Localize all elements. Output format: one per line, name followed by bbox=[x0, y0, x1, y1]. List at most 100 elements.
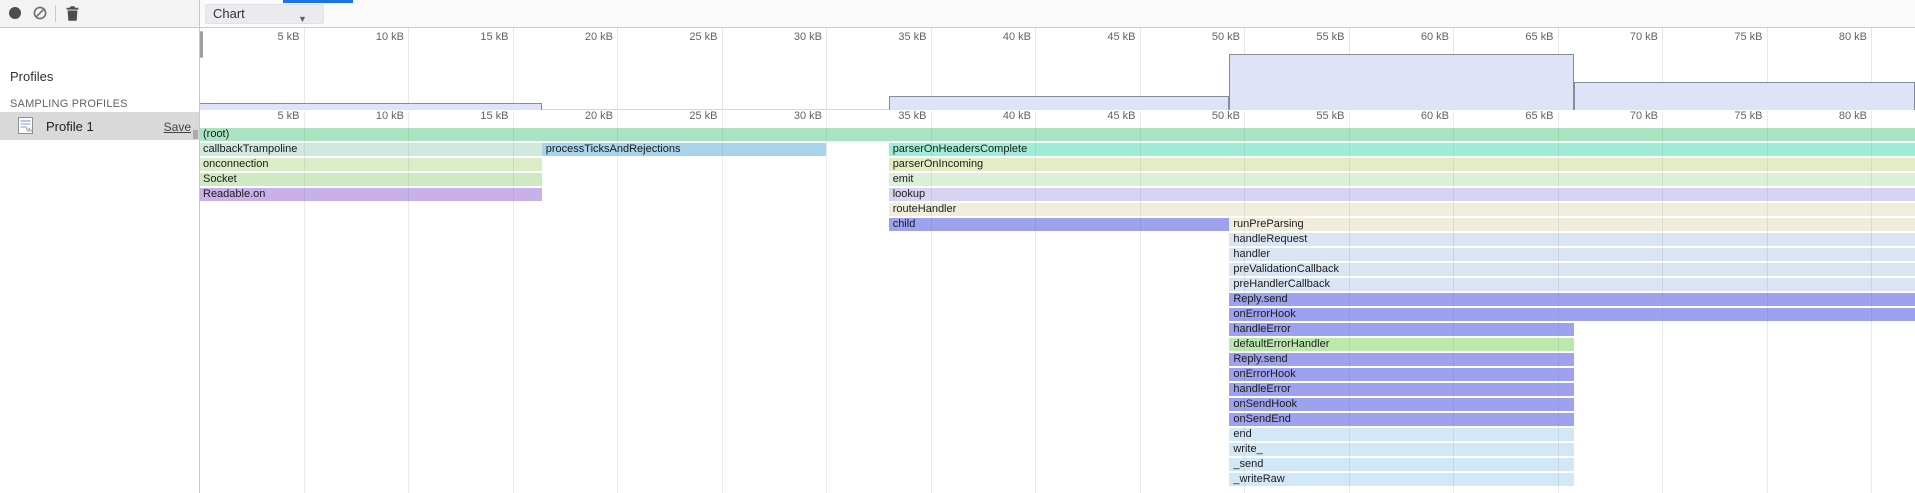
flame-gridline bbox=[617, 111, 618, 493]
clear-icon[interactable] bbox=[33, 6, 47, 20]
flame-bar-handler[interactable]: handler bbox=[1229, 248, 1915, 261]
flame-gridline bbox=[1349, 111, 1350, 493]
overview-gridline bbox=[513, 28, 514, 109]
flame-bar-send[interactable]: _send bbox=[1229, 458, 1574, 471]
axis-tick-label: 65 kB bbox=[1468, 31, 1554, 43]
flame-bar-defaulterrorhandler[interactable]: defaultErrorHandler bbox=[1229, 338, 1574, 351]
overview-area-segment bbox=[1574, 82, 1915, 110]
overview-gridline bbox=[617, 28, 618, 109]
axis-tick-label: 10 kB bbox=[318, 31, 404, 43]
axis-tick-label: 55 kB bbox=[1259, 110, 1345, 122]
chevron-down-icon: ▼ bbox=[298, 10, 307, 28]
flame-bar-lookup[interactable]: lookup bbox=[889, 188, 1915, 201]
axis-tick-label: 5 kB bbox=[214, 110, 300, 122]
axis-tick-label: 30 kB bbox=[736, 31, 822, 43]
axis-tick-label: 40 kB bbox=[945, 110, 1031, 122]
axis-tick-label: 5 kB bbox=[214, 31, 300, 43]
chart-select-value: Chart bbox=[213, 6, 245, 21]
toolbar-separator bbox=[55, 5, 56, 22]
flame-gridline bbox=[1871, 111, 1872, 493]
axis-tick-label: 80 kB bbox=[1781, 110, 1867, 122]
flame-bar-readable-on[interactable]: Readable.on bbox=[200, 188, 542, 201]
overview-area-segment bbox=[889, 96, 1230, 110]
axis-tick-label: 15 kB bbox=[423, 31, 509, 43]
flame-gridline bbox=[1767, 111, 1768, 493]
toolbar: Chart ▼ bbox=[0, 0, 1915, 28]
flame-bar-handleerror[interactable]: handleError bbox=[1229, 323, 1574, 336]
heap-profile-icon: % bbox=[16, 116, 35, 135]
profiles-sidebar: Profiles SAMPLING PROFILES % Profile 1 S… bbox=[0, 28, 199, 493]
svg-text:%: % bbox=[26, 127, 32, 134]
profiles-section-title: Profiles bbox=[10, 69, 53, 84]
flame-bar-onerrorhook[interactable]: onErrorHook bbox=[1229, 368, 1574, 381]
axis-tick-label: 65 kB bbox=[1468, 110, 1554, 122]
save-profile-link[interactable]: Save bbox=[164, 120, 191, 134]
flame-bar-root[interactable]: (root) bbox=[200, 128, 1915, 141]
axis-tick-label: 50 kB bbox=[1154, 110, 1240, 122]
flame-bar-write[interactable]: write_ bbox=[1229, 443, 1574, 456]
flame-bar-callbacktrampoline[interactable]: callbackTrampoline bbox=[200, 143, 542, 156]
profiles-toolbar bbox=[0, 0, 199, 27]
flame-gridline bbox=[408, 111, 409, 493]
overview-gridline bbox=[304, 28, 305, 109]
flame-gridline bbox=[1140, 111, 1141, 493]
active-tab-indicator bbox=[283, 0, 353, 3]
flame-gridline bbox=[931, 111, 932, 493]
axis-tick-label: 45 kB bbox=[1050, 110, 1136, 122]
flame-bar-reply-send[interactable]: Reply.send bbox=[1229, 353, 1574, 366]
flame-bar-reply-send[interactable]: Reply.send bbox=[1229, 293, 1915, 306]
flame-bar-emit[interactable]: emit bbox=[889, 173, 1915, 186]
axis-tick-label: 25 kB bbox=[632, 31, 718, 43]
overview-gridline bbox=[408, 28, 409, 109]
flame-bar-end[interactable]: end bbox=[1229, 428, 1574, 441]
flame-bar-socket[interactable]: Socket bbox=[200, 173, 542, 186]
profile-item-label: Profile 1 bbox=[46, 119, 94, 134]
flame-bar-onerrorhook[interactable]: onErrorHook bbox=[1229, 308, 1915, 321]
flame-bar-prevalidationcallback[interactable]: preValidationCallback bbox=[1229, 263, 1915, 276]
sampling-profiles-header: SAMPLING PROFILES bbox=[10, 98, 128, 110]
flame-bar-writeraw[interactable]: _writeRaw bbox=[1229, 473, 1574, 486]
flame-bar-handleerror[interactable]: handleError bbox=[1229, 383, 1574, 396]
flame-bar-routehandler[interactable]: routeHandler bbox=[889, 203, 1915, 216]
sidebar-item-profile-1[interactable]: % Profile 1 Save bbox=[0, 112, 199, 140]
flame-gridline bbox=[1558, 111, 1559, 493]
flame-gridline bbox=[1244, 111, 1245, 493]
overview-drag-handle[interactable] bbox=[200, 31, 203, 58]
flame-bar-runpreparsing[interactable]: runPreParsing bbox=[1229, 218, 1915, 231]
axis-tick-label: 10 kB bbox=[318, 110, 404, 122]
axis-tick-label: 55 kB bbox=[1259, 31, 1345, 43]
flame-bar-prehandlercallback[interactable]: preHandlerCallback bbox=[1229, 278, 1915, 291]
axis-tick-label: 20 kB bbox=[527, 110, 613, 122]
chart-view-select[interactable]: Chart ▼ bbox=[205, 4, 324, 24]
axis-tick-label: 25 kB bbox=[632, 110, 718, 122]
axis-tick-label: 15 kB bbox=[423, 110, 509, 122]
overview-area-segment bbox=[200, 103, 542, 110]
flame-bar-onsendhook[interactable]: onSendHook bbox=[1229, 398, 1574, 411]
axis-tick-label: 45 kB bbox=[1050, 31, 1136, 43]
flame-gridline bbox=[1453, 111, 1454, 493]
axis-tick-label: 75 kB bbox=[1677, 110, 1763, 122]
axis-tick-label: 75 kB bbox=[1677, 31, 1763, 43]
axis-tick-label: 20 kB bbox=[527, 31, 613, 43]
flame-bar-child[interactable]: child bbox=[889, 218, 1230, 231]
flame-bar-handlerequest[interactable]: handleRequest bbox=[1229, 233, 1915, 246]
overview-gridline bbox=[722, 28, 723, 109]
devtools-memory-panel: Chart ▼ Profiles SAMPLING PROFILES % Pro… bbox=[0, 0, 1915, 493]
delete-profile-button[interactable] bbox=[64, 5, 81, 22]
axis-tick-label: 80 kB bbox=[1781, 31, 1867, 43]
flame-bar-onsendend[interactable]: onSendEnd bbox=[1229, 413, 1574, 426]
flame-bar-onconnection[interactable]: onconnection bbox=[200, 158, 542, 171]
axis-tick-label: 60 kB bbox=[1363, 110, 1449, 122]
flame-bar-parseronheaderscomplete[interactable]: parserOnHeadersComplete bbox=[889, 143, 1915, 156]
axis-tick-label: 70 kB bbox=[1572, 110, 1658, 122]
flame-bar-processticksandrejections[interactable]: processTicksAndRejections bbox=[542, 143, 826, 156]
axis-tick-label: 60 kB bbox=[1363, 31, 1449, 43]
axis-tick-label: 50 kB bbox=[1154, 31, 1240, 43]
axis-tick-label: 30 kB bbox=[736, 110, 822, 122]
axis-tick-label: 70 kB bbox=[1572, 31, 1658, 43]
flame-gridline bbox=[304, 111, 305, 493]
flame-bar-parseronincoming[interactable]: parserOnIncoming bbox=[889, 158, 1915, 171]
record-button[interactable] bbox=[9, 7, 21, 19]
axis-tick-label: 35 kB bbox=[841, 31, 927, 43]
axis-tick-label: 35 kB bbox=[841, 110, 927, 122]
